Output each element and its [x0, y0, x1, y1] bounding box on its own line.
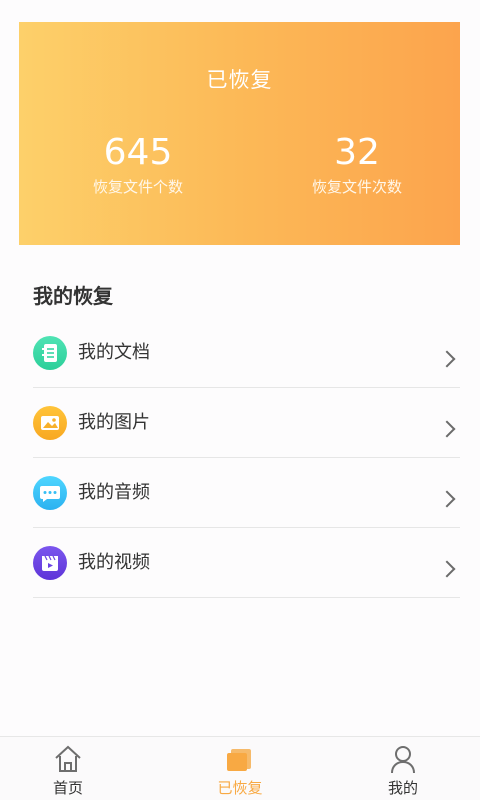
menu-item-documents[interactable]: 我的文档	[33, 318, 460, 388]
home-icon	[52, 743, 84, 775]
menu-item-videos[interactable]: 我的视频	[33, 528, 460, 598]
recovered-files-count-stat: 645 恢复文件个数	[48, 130, 228, 198]
chevron-right-icon	[438, 420, 456, 438]
chevron-right-icon	[438, 350, 456, 368]
tab-home[interactable]: 首页	[8, 737, 128, 800]
menu-item-label: 我的音频	[78, 482, 150, 503]
summary-title: 已恢复	[206, 68, 273, 92]
recovery-summary-card: 已恢复 645 恢复文件个数 32 恢复文件次数	[19, 22, 460, 245]
menu-item-label: 我的图片	[78, 412, 150, 433]
menu-item-label: 我的视频	[78, 552, 150, 573]
recovery-menu-list: 我的文档 我的图片 我的音频 我的视频	[33, 318, 460, 598]
document-icon	[33, 336, 67, 370]
menu-item-images[interactable]: 我的图片	[33, 388, 460, 458]
user-icon	[387, 743, 419, 775]
tab-mine-label: 我的	[387, 779, 418, 797]
chevron-right-icon	[438, 490, 456, 508]
recovery-times-stat: 32 恢复文件次数	[267, 130, 447, 198]
bottom-tab-bar: 首页 已恢复 我的	[0, 736, 480, 800]
image-icon	[33, 406, 67, 440]
tab-recovered[interactable]: 已恢复	[180, 737, 300, 800]
recovered-files-count-value: 645	[103, 132, 173, 173]
video-icon	[33, 546, 67, 580]
tab-mine[interactable]: 我的	[343, 737, 463, 800]
recovery-times-value: 32	[334, 132, 380, 173]
my-recovery-section-title: 我的恢复	[33, 284, 113, 308]
menu-item-label: 我的文档	[78, 342, 150, 363]
recovery-times-label: 恢复文件次数	[311, 178, 402, 196]
menu-item-audio[interactable]: 我的音频	[33, 458, 460, 528]
recovered-icon	[224, 743, 256, 775]
recovered-page: 已恢复 645 恢复文件个数 32 恢复文件次数 我的恢复 我的文档 我的图片 …	[0, 0, 480, 800]
audio-icon	[33, 476, 67, 510]
recovered-files-count-label: 恢复文件个数	[92, 178, 183, 196]
tab-home-label: 首页	[52, 779, 83, 797]
tab-recovered-label: 已恢复	[217, 779, 263, 797]
chevron-right-icon	[438, 560, 456, 578]
